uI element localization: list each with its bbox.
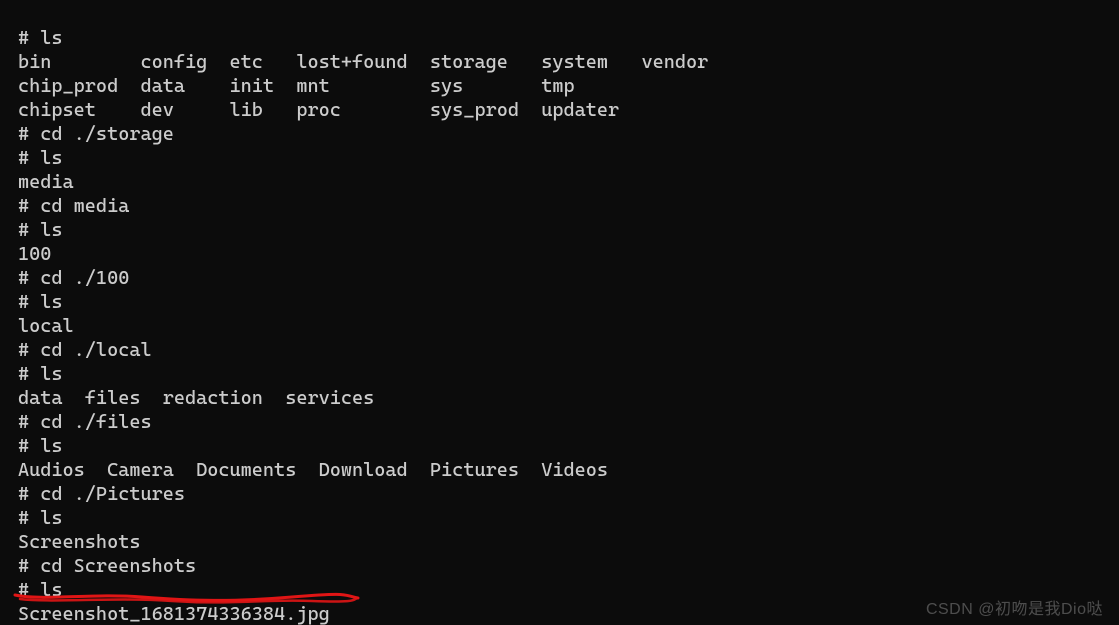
terminal-line: Screenshots (18, 531, 140, 553)
terminal-line: media (18, 171, 74, 193)
terminal-line: # ls (18, 507, 63, 529)
terminal-line: chip_prod data init mnt sys tmp (18, 75, 575, 97)
terminal-line: Audios Camera Documents Download Picture… (18, 459, 608, 481)
terminal-line: # ls (18, 579, 63, 601)
terminal-line: # cd ./files (18, 411, 152, 433)
terminal-line: # cd media (18, 195, 129, 217)
terminal-line: # cd ./local (18, 339, 152, 361)
terminal-line: chipset dev lib proc sys_prod updater (18, 99, 619, 121)
terminal-line: 100 (18, 243, 51, 265)
terminal-line: # cd ./100 (18, 267, 129, 289)
terminal-line: # cd ./storage (18, 123, 174, 145)
terminal-line: # ls (18, 27, 63, 49)
terminal-line: # ls (18, 363, 63, 385)
terminal-line: # ls (18, 147, 63, 169)
terminal-line: data files redaction services (18, 387, 374, 409)
terminal-line: # ls (18, 435, 63, 457)
terminal-line: # cd Screenshots (18, 555, 196, 577)
terminal-output[interactable]: # ls bin config etc lost+found storage s… (0, 0, 1119, 625)
terminal-line: Screenshot_1681374336384.jpg (18, 603, 330, 625)
terminal-line: local (18, 315, 74, 337)
terminal-line: # ls (18, 219, 63, 241)
terminal-line: # ls (18, 291, 63, 313)
terminal-line: bin config etc lost+found storage system… (18, 51, 708, 73)
terminal-line: # cd ./Pictures (18, 483, 185, 505)
